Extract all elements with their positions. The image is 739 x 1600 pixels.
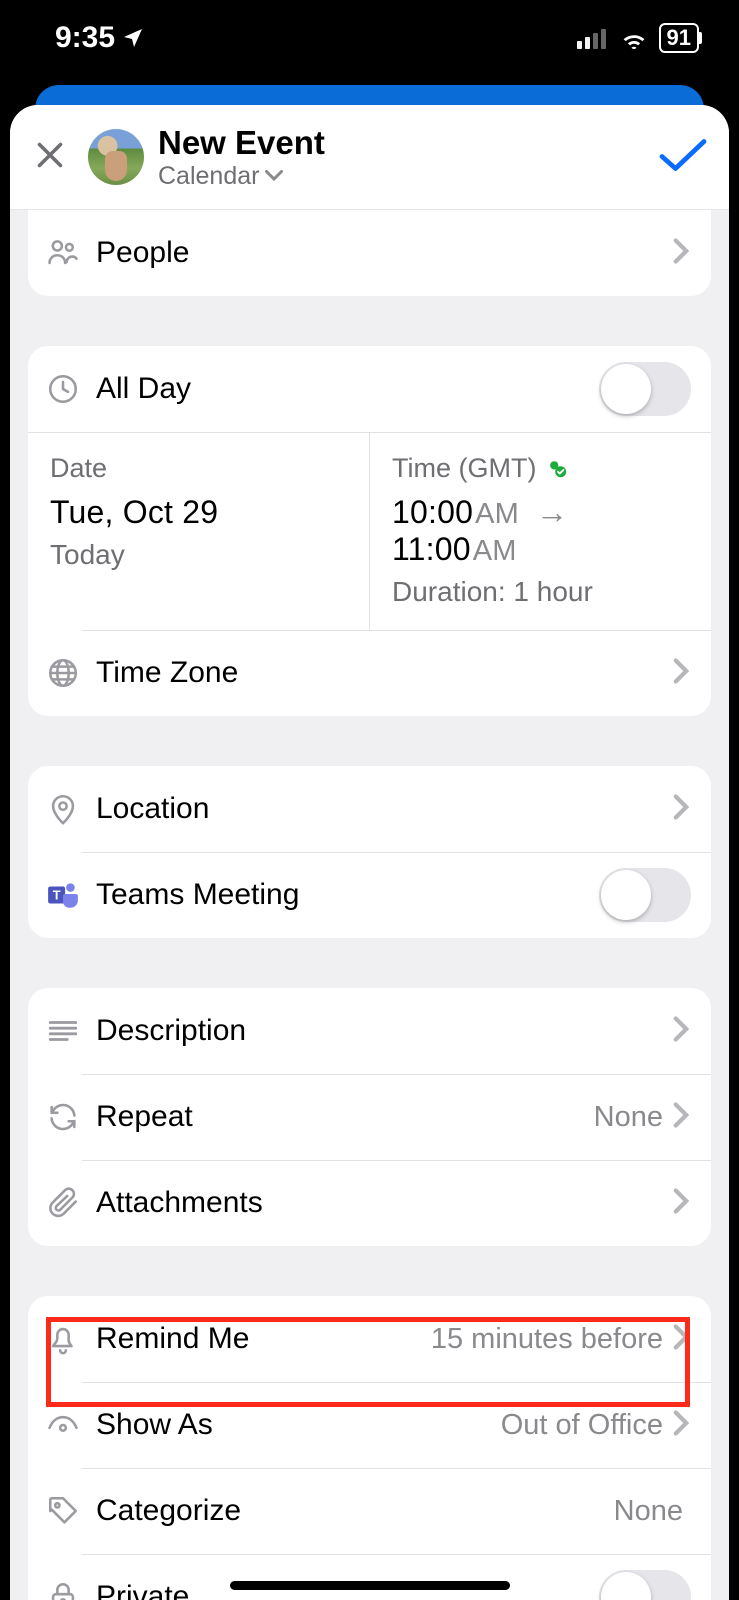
eye-icon (46, 1408, 80, 1442)
timezone-label: Time Zone (96, 656, 238, 690)
datetime-section: Date Tue, Oct 29 Today Time (GMT) 10:00A… (28, 432, 711, 630)
chevron-down-icon (265, 170, 283, 182)
location-row[interactable]: Location (28, 766, 711, 852)
confirm-button[interactable] (659, 136, 707, 179)
attachments-label: Attachments (96, 1186, 263, 1220)
categorize-row[interactable]: Categorize None (28, 1468, 711, 1554)
home-indicator[interactable] (230, 1581, 510, 1590)
sheet-header: New Event Calendar (10, 105, 729, 210)
date-value: Tue, Oct 29 (50, 494, 347, 531)
chevron-right-icon (671, 237, 691, 265)
time-label: Time (GMT) (392, 453, 536, 484)
repeat-icon (46, 1100, 80, 1134)
categorize-label: Categorize (96, 1494, 241, 1528)
date-column[interactable]: Date Tue, Oct 29 Today (28, 433, 369, 630)
remind-me-row[interactable]: Remind Me 15 minutes before (28, 1296, 711, 1382)
chevron-right-icon (671, 1187, 691, 1215)
description-label: Description (96, 1014, 246, 1048)
time-column[interactable]: Time (GMT) 10:00AM → 11:00AM Duration: 1… (369, 433, 711, 630)
availability-ok-icon (546, 458, 568, 480)
bell-icon (46, 1322, 80, 1356)
chevron-right-icon (671, 1101, 691, 1129)
calendar-name: Calendar (158, 162, 259, 191)
teams-icon: T (46, 878, 80, 912)
wifi-icon (619, 27, 649, 49)
people-icon (46, 236, 80, 270)
chevron-right-icon (671, 1323, 691, 1351)
attachment-icon (46, 1186, 80, 1220)
close-icon (32, 137, 68, 173)
private-label: Private (96, 1580, 189, 1600)
description-icon (46, 1014, 80, 1048)
teams-meeting-toggle[interactable] (599, 868, 691, 922)
chevron-right-icon (671, 793, 691, 821)
categorize-value: None (614, 1495, 683, 1528)
sheet-title: New Event (158, 124, 659, 162)
duration-value: Duration: 1 hour (392, 576, 689, 608)
timezone-row[interactable]: Time Zone (28, 630, 711, 716)
svg-text:T: T (53, 887, 61, 902)
show-as-label: Show As (96, 1408, 213, 1442)
close-button[interactable] (28, 137, 72, 178)
details-card: Description Repeat None Attachments (28, 988, 711, 1246)
cellular-icon (577, 27, 609, 49)
all-day-toggle[interactable] (599, 362, 691, 416)
calendar-picker[interactable]: Calendar (158, 162, 659, 191)
avatar (88, 129, 144, 185)
show-as-value: Out of Office (501, 1409, 663, 1442)
private-toggle[interactable] (599, 1570, 691, 1600)
location-card: Location T Teams Meeting (28, 766, 711, 938)
location-label: Location (96, 792, 209, 826)
date-label: Date (50, 453, 347, 484)
time-value: 10:00AM → 11:00AM (392, 494, 689, 568)
tag-icon (46, 1494, 80, 1528)
teams-meeting-row[interactable]: T Teams Meeting (28, 852, 711, 938)
location-services-icon (121, 26, 145, 50)
people-label: People (96, 236, 189, 270)
repeat-row[interactable]: Repeat None (28, 1074, 711, 1160)
teams-meeting-label: Teams Meeting (96, 878, 299, 912)
all-day-row[interactable]: All Day (28, 346, 711, 432)
private-row[interactable]: Private (28, 1554, 711, 1600)
status-bar: 9:35 91 (0, 0, 739, 75)
globe-icon (46, 656, 80, 690)
options-card: Remind Me 15 minutes before Show As Out … (28, 1296, 711, 1600)
remind-me-value: 15 minutes before (431, 1323, 663, 1356)
datetime-card: All Day Date Tue, Oct 29 Today Time (GMT… (28, 346, 711, 716)
clock-icon (46, 372, 80, 406)
show-as-row[interactable]: Show As Out of Office (28, 1382, 711, 1468)
repeat-label: Repeat (96, 1100, 193, 1134)
battery-indicator: 91 (659, 23, 699, 53)
all-day-label: All Day (96, 372, 191, 406)
attachments-row[interactable]: Attachments (28, 1160, 711, 1246)
remind-me-label: Remind Me (96, 1322, 249, 1356)
people-card: People (28, 210, 711, 296)
checkmark-icon (659, 136, 707, 174)
lock-icon (46, 1580, 80, 1600)
chevron-right-icon (671, 1015, 691, 1043)
new-event-sheet: New Event Calendar People (10, 105, 729, 1600)
people-row[interactable]: People (28, 210, 711, 296)
location-pin-icon (46, 792, 80, 826)
description-row[interactable]: Description (28, 988, 711, 1074)
status-time: 9:35 (55, 21, 115, 55)
chevron-right-icon (671, 1409, 691, 1437)
chevron-right-icon (671, 657, 691, 685)
date-sub: Today (50, 539, 347, 571)
repeat-value: None (594, 1101, 663, 1134)
